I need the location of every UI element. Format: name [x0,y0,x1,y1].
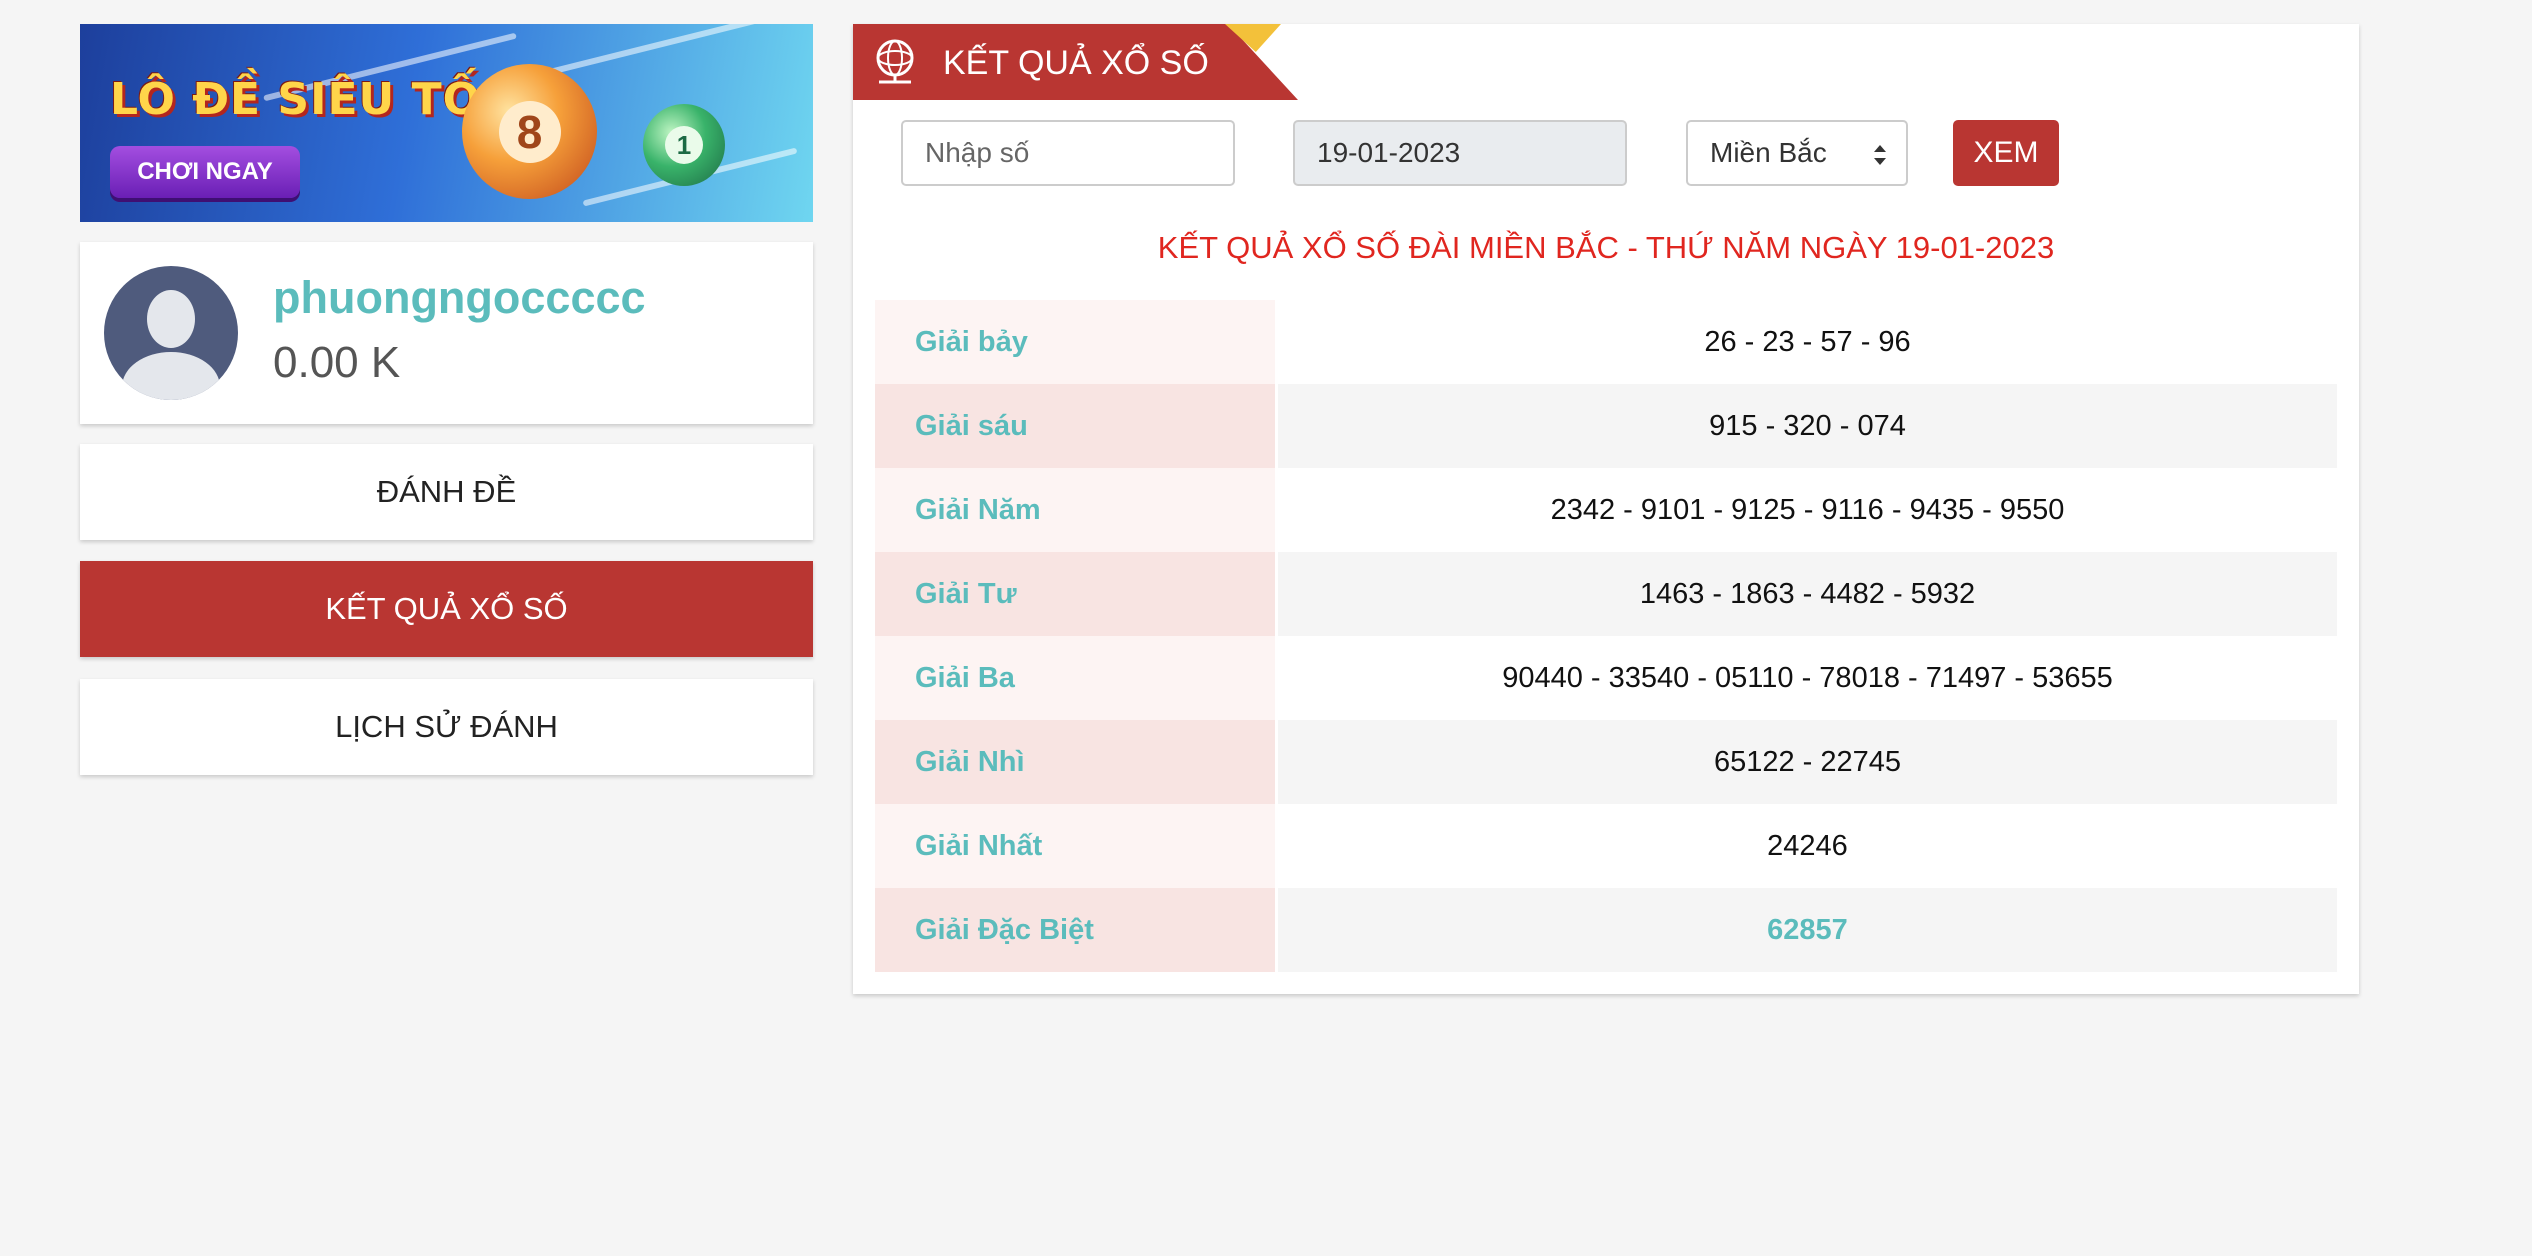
prize-label: Giải Ba [875,636,1275,720]
table-row: Giải Nhất 24246 [875,804,2337,888]
prize-label: Giải Năm [875,468,1275,552]
prize-label: Giải Đặc Biệt [875,888,1275,972]
prize-label: Giải Tư [875,552,1275,636]
nav-bet-button[interactable]: ĐÁNH ĐỀ [80,444,813,540]
ball-number: 8 [498,100,561,163]
select-arrows-icon [1874,145,1886,165]
table-row: Giải bảy 26 - 23 - 57 - 96 [875,300,2337,384]
table-row: Giải Nhì 65122 - 22745 [875,720,2337,804]
username: phuongngoccccc [273,272,646,323]
avatar-shoulders-shape [122,352,220,400]
prize-numbers: 90440 - 33540 - 05110 - 78018 - 71497 - … [1278,636,2337,720]
prize-numbers: 2342 - 9101 - 9125 - 9116 - 9435 - 9550 [1278,468,2337,552]
results-panel: KẾT QUẢ XỔ SỐ Miền Bắc XEM KẾT QUẢ XỔ SỐ… [853,24,2359,994]
promo-banner[interactable]: LÔ ĐỀ SIÊU TỐC CHƠI NGAY 8 1 [80,24,813,222]
ball-number: 1 [665,126,703,164]
lottery-ball-icon: 8 [462,64,597,199]
region-selected-value: Miền Bắc [1710,137,1827,168]
prize-label: Giải bảy [875,300,1275,384]
view-button[interactable]: XEM [1953,120,2059,186]
result-heading: KẾT QUẢ XỔ SỐ ĐÀI MIỀN BẮC - THỨ NĂM NGÀ… [1157,230,2055,265]
lottery-ball-icon: 1 [643,104,725,186]
prize-numbers: 65122 - 22745 [1278,720,2337,804]
avatar-head-shape [147,290,195,348]
prize-label: Giải sáu [875,384,1275,468]
prize-numbers: 26 - 23 - 57 - 96 [1278,300,2337,384]
table-row: Giải Đặc Biệt 62857 [875,888,2337,972]
table-row: Giải Ba 90440 - 33540 - 05110 - 78018 - … [875,636,2337,720]
table-row: Giải Năm 2342 - 9101 - 9125 - 9116 - 943… [875,468,2337,552]
prize-label: Giải Nhì [875,720,1275,804]
region-select[interactable]: Miền Bắc [1686,120,1908,186]
balance: 0.00 K [273,338,401,387]
results-table: Giải bảy 26 - 23 - 57 - 96 Giải sáu 915 … [875,300,2337,972]
panel-title: KẾT QUẢ XỔ SỐ [943,44,1209,82]
lottery-cage-icon [876,39,914,84]
avatar [104,266,238,400]
prize-numbers: 1463 - 1863 - 4482 - 5932 [1278,552,2337,636]
banner-title: LÔ ĐỀ SIÊU TỐC [110,74,515,125]
nav-history-button[interactable]: LỊCH SỬ ĐÁNH [80,679,813,775]
prize-label: Giải Nhất [875,804,1275,888]
nav-results-button[interactable]: KẾT QUẢ XỔ SỐ [80,561,813,657]
table-row: Giải sáu 915 - 320 - 074 [875,384,2337,468]
search-number-input[interactable] [901,120,1235,186]
table-row: Giải Tư 1463 - 1863 - 4482 - 5932 [875,552,2337,636]
special-prize-number: 62857 [1278,888,2337,972]
profile-card: phuongngoccccc 0.00 K [80,242,813,424]
prize-numbers: 24246 [1278,804,2337,888]
date-field[interactable] [1293,120,1627,186]
prize-numbers: 915 - 320 - 074 [1278,384,2337,468]
play-now-button[interactable]: CHƠI NGAY [110,146,300,198]
